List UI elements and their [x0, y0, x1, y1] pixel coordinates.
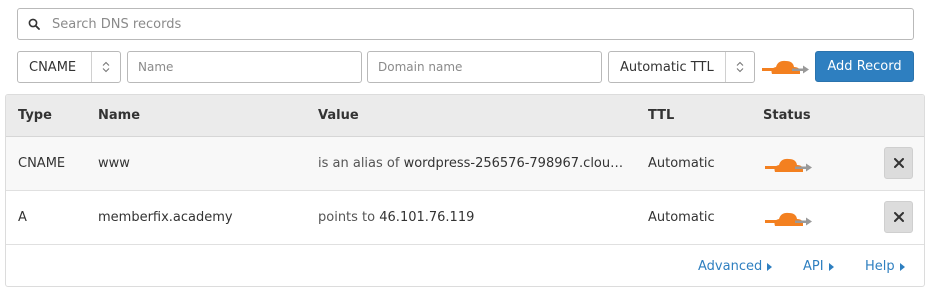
api-link[interactable]: API [803, 259, 834, 274]
cloud-proxied-icon[interactable] [765, 209, 813, 235]
header-status: Status [763, 108, 811, 123]
delete-record-button[interactable] [884, 201, 913, 233]
record-type: A [18, 210, 27, 225]
caret-right-icon [767, 262, 773, 271]
table-header: Type Name Value TTL Status [6, 95, 924, 137]
advanced-link-label: Advanced [698, 259, 763, 274]
record-value-text: 46.101.76.119 [379, 210, 475, 225]
record-type-value: CNAME [29, 59, 77, 75]
caret-right-icon [899, 262, 905, 271]
domain-input[interactable] [378, 60, 601, 74]
cloud-proxied-icon[interactable] [765, 155, 813, 181]
help-link[interactable]: Help [865, 259, 905, 274]
record-name[interactable]: memberfix.academy [98, 210, 233, 225]
record-value-text: wordpress-256576-798967.cloudwaysapps.co… [403, 156, 626, 171]
select-arrows-icon [91, 52, 120, 82]
help-link-label: Help [865, 259, 895, 274]
ttl-value: Automatic TTL [620, 59, 714, 75]
close-icon [893, 158, 904, 168]
table-row: A memberfix.academy points to 46.101.76.… [6, 191, 924, 245]
select-arrows-icon [725, 52, 754, 82]
api-link-label: API [803, 259, 824, 274]
search-input[interactable] [52, 16, 872, 32]
record-type: CNAME [18, 156, 66, 171]
domain-field[interactable] [367, 51, 602, 83]
delete-record-button[interactable] [884, 147, 913, 179]
ttl-select[interactable]: Automatic TTL [608, 51, 755, 83]
header-name: Name [98, 108, 141, 123]
caret-right-icon [828, 262, 834, 271]
record-type-select[interactable]: CNAME [17, 51, 121, 83]
record-ttl[interactable]: Automatic [648, 156, 715, 171]
header-value: Value [318, 108, 359, 123]
record-value-prefix: is an alias of [318, 156, 400, 171]
cloud-proxied-icon[interactable] [762, 57, 810, 83]
dns-search-box[interactable] [17, 8, 914, 40]
name-input[interactable] [138, 60, 361, 74]
add-record-form: CNAME Automatic TTL Add Record [17, 51, 914, 83]
record-value-prefix: points to [318, 210, 376, 225]
record-value[interactable]: is an alias of wordpress-256576-798967.c… [318, 156, 626, 171]
search-icon [28, 18, 40, 30]
header-ttl: TTL [648, 108, 675, 123]
add-record-button[interactable]: Add Record [815, 51, 914, 82]
dns-records-table: Type Name Value TTL Status CNAME www is … [5, 94, 925, 287]
header-type: Type [18, 108, 52, 123]
name-field[interactable] [127, 51, 362, 83]
record-value[interactable]: points to 46.101.76.119 [318, 210, 626, 225]
record-name[interactable]: www [98, 156, 130, 171]
record-ttl[interactable]: Automatic [648, 210, 715, 225]
advanced-link[interactable]: Advanced [698, 259, 773, 274]
table-row: CNAME www is an alias of wordpress-25657… [6, 137, 924, 191]
close-icon [893, 212, 904, 222]
